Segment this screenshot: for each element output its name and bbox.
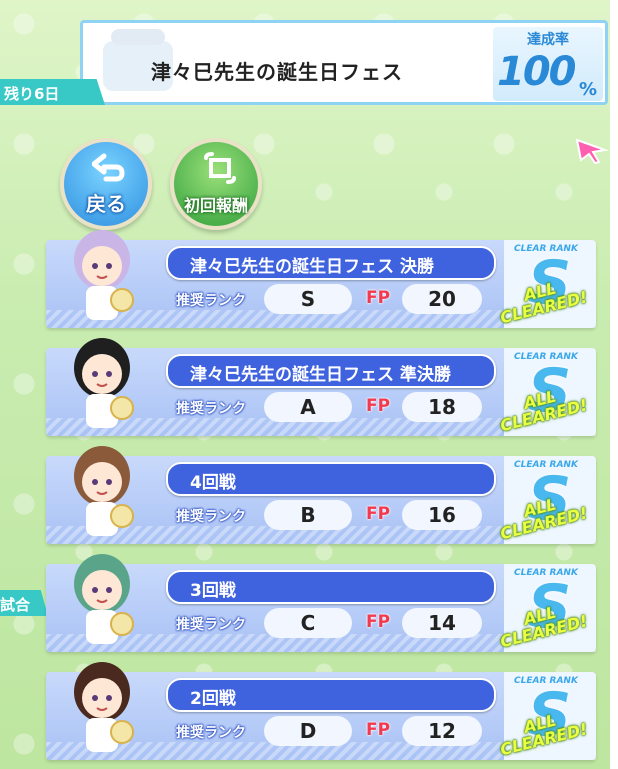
fp-label: FP bbox=[366, 288, 391, 308]
fp-label: FP bbox=[366, 504, 391, 524]
completion-rate-unit: % bbox=[579, 79, 598, 100]
fes-header: 津々巳先生の誕生日フェス 達成率 100 % bbox=[80, 20, 608, 105]
all-cleared-badge: ALL CLEARED! bbox=[498, 386, 590, 436]
days-remaining-tab: 残り6日 bbox=[0, 79, 105, 105]
recommended-rank-label: 推奨ランク bbox=[176, 401, 246, 417]
completion-rate-value: 100 bbox=[497, 49, 576, 95]
back-label: 戻る bbox=[86, 192, 126, 216]
recommended-rank-label: 推奨ランク bbox=[176, 617, 246, 633]
recommended-rank-value: D bbox=[264, 716, 352, 746]
fp-label: FP bbox=[366, 720, 391, 740]
stage-name-bar: 3回戦 bbox=[166, 570, 496, 604]
stage-card[interactable]: 津々巳先生の誕生日フェス 準決勝 推奨ランク A FP 18 CLEAR RAN… bbox=[46, 338, 596, 436]
recommended-rank-value: C bbox=[264, 608, 352, 638]
match-side-label: 試合 bbox=[0, 596, 31, 614]
all-cleared-badge: ALL CLEARED! bbox=[498, 278, 590, 328]
fp-value: 18 bbox=[402, 392, 482, 422]
recommended-rank-label: 推奨ランク bbox=[176, 509, 246, 525]
stage-card[interactable]: 2回戦 推奨ランク D FP 12 CLEAR RANK S ALL CLEAR… bbox=[46, 662, 596, 760]
stage-card[interactable]: 3回戦 推奨ランク C FP 14 CLEAR RANK S ALL CLEAR… bbox=[46, 554, 596, 652]
recommended-rank-value: B bbox=[264, 500, 352, 530]
stage-name-bar: 津々巳先生の誕生日フェス 決勝 bbox=[166, 246, 496, 280]
fp-label: FP bbox=[366, 396, 391, 416]
stage-name-bar: 津々巳先生の誕生日フェス 準決勝 bbox=[166, 354, 496, 388]
clear-rank-panel: CLEAR RANK S ALL CLEARED! bbox=[498, 348, 596, 436]
back-button[interactable]: 戻る bbox=[60, 138, 152, 230]
stage-card[interactable]: 4回戦 推奨ランク B FP 16 CLEAR RANK S ALL CLEAR… bbox=[46, 446, 596, 544]
right-edge bbox=[610, 0, 618, 769]
days-remaining-label: 残り6日 bbox=[4, 85, 60, 103]
stage-name: 3回戦 bbox=[190, 581, 236, 601]
fp-value: 14 bbox=[402, 608, 482, 638]
recommended-rank-value: S bbox=[264, 284, 352, 314]
stage-name: 津々巳先生の誕生日フェス 準決勝 bbox=[190, 365, 451, 385]
character-avatar bbox=[74, 230, 134, 320]
all-cleared-badge: ALL CLEARED! bbox=[498, 710, 590, 760]
all-cleared-badge: ALL CLEARED! bbox=[498, 494, 590, 544]
pointer-cursor-icon bbox=[575, 138, 609, 164]
character-avatar bbox=[74, 662, 134, 752]
completion-rate-label: 達成率 bbox=[527, 32, 569, 48]
character-avatar bbox=[74, 554, 134, 644]
match-side-tab: 試合 bbox=[0, 590, 48, 616]
clear-rank-panel: CLEAR RANK S ALL CLEARED! bbox=[498, 240, 596, 328]
recommended-rank-value: A bbox=[264, 392, 352, 422]
stage-card[interactable]: 津々巳先生の誕生日フェス 決勝 推奨ランク S FP 20 CLEAR RANK… bbox=[46, 230, 596, 328]
stage-name-bar: 4回戦 bbox=[166, 462, 496, 496]
stage-name: 2回戦 bbox=[190, 689, 236, 709]
first-reward-label: 初回報酬 bbox=[183, 196, 248, 215]
stage-name-bar: 2回戦 bbox=[166, 678, 496, 712]
fp-value: 16 bbox=[402, 500, 482, 530]
all-cleared-badge: ALL CLEARED! bbox=[498, 602, 590, 652]
stage-name: 4回戦 bbox=[190, 473, 236, 493]
first-reward-button[interactable]: 初回報酬 bbox=[170, 138, 262, 230]
back-arrow-icon bbox=[92, 153, 125, 182]
stage-name: 津々巳先生の誕生日フェス 決勝 bbox=[190, 257, 434, 277]
fp-value: 20 bbox=[402, 284, 482, 314]
character-avatar bbox=[74, 446, 134, 536]
completion-rate-box: 達成率 100 % bbox=[493, 27, 603, 101]
clear-rank-panel: CLEAR RANK S ALL CLEARED! bbox=[498, 456, 596, 544]
fes-title: 津々巳先生の誕生日フェス bbox=[151, 60, 403, 84]
clear-rank-panel: CLEAR RANK S ALL CLEARED! bbox=[498, 564, 596, 652]
clear-rank-panel: CLEAR RANK S ALL CLEARED! bbox=[498, 672, 596, 760]
character-avatar bbox=[74, 338, 134, 428]
fp-value: 12 bbox=[402, 716, 482, 746]
recommended-rank-label: 推奨ランク bbox=[176, 293, 246, 309]
reward-icon bbox=[204, 152, 236, 184]
fp-label: FP bbox=[366, 612, 391, 632]
recommended-rank-label: 推奨ランク bbox=[176, 725, 246, 741]
